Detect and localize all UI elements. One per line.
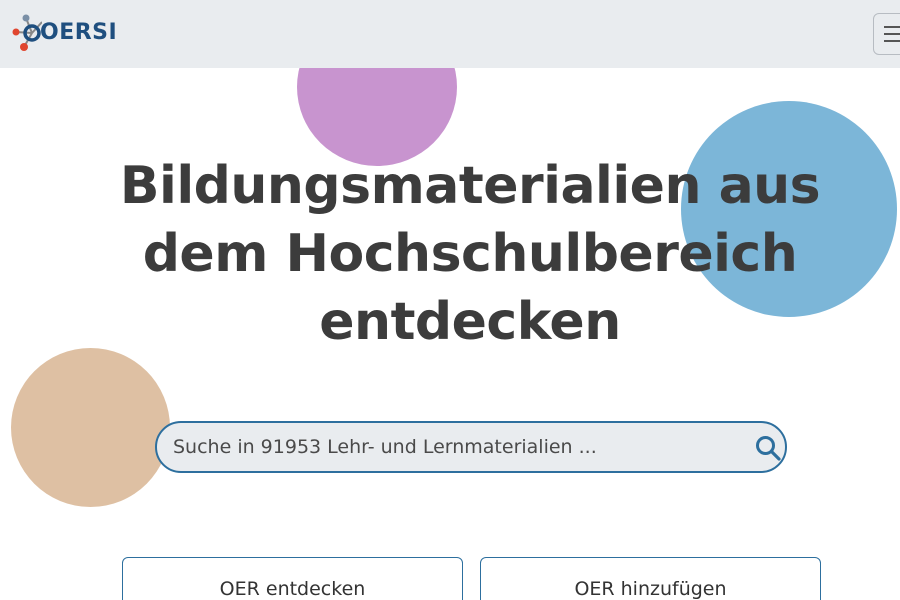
hamburger-menu-icon-bar	[884, 40, 900, 42]
search-icon[interactable]	[755, 435, 781, 461]
search-input[interactable]	[173, 423, 733, 471]
decorative-circle-tan	[11, 348, 170, 507]
add-oer-button[interactable]: OER hinzufügen	[480, 557, 821, 600]
logo-text: OERSI	[40, 20, 118, 45]
logo-network-icon	[12, 14, 42, 51]
hamburger-menu-icon-bar	[884, 33, 900, 35]
top-header: OERSI	[0, 0, 900, 68]
menu-button[interactable]	[873, 13, 900, 55]
hero-title: Bildungsmaterialien aus dem Hochschulber…	[119, 156, 821, 352]
search-bar	[155, 421, 787, 473]
hamburger-menu-icon	[884, 26, 900, 28]
discover-oer-button[interactable]: OER entdecken	[122, 557, 463, 600]
oersi-logo[interactable]: OERSI	[12, 14, 117, 54]
